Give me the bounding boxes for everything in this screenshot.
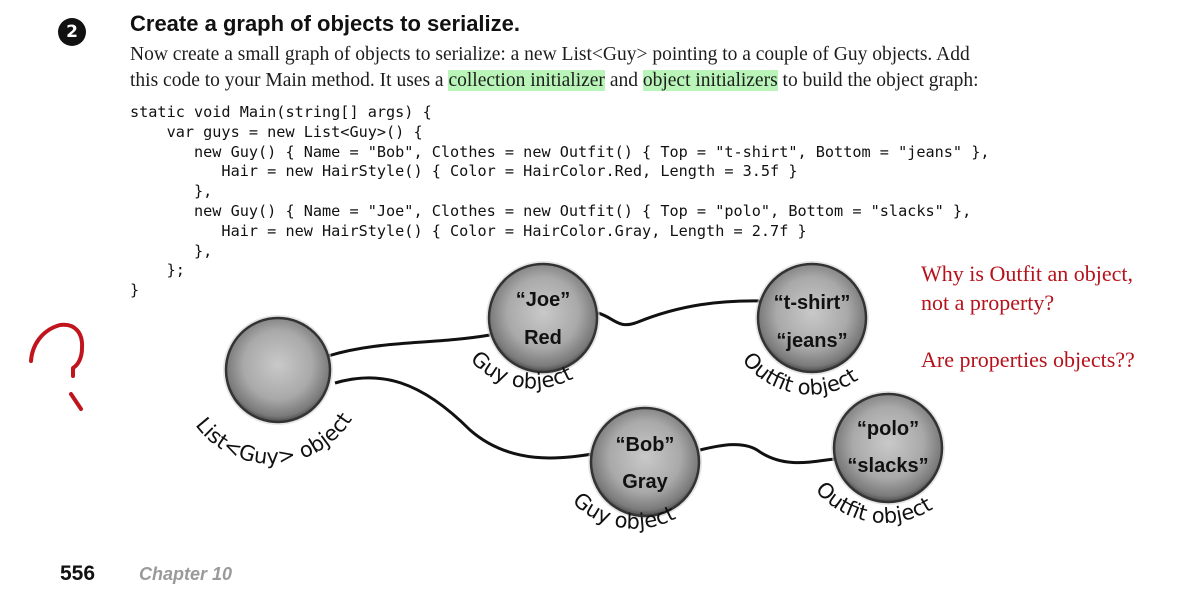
node-line: Red bbox=[524, 327, 562, 349]
node-line: “jeans” bbox=[776, 330, 847, 352]
connector-joe-to-tshirt bbox=[597, 299, 765, 327]
annotation-note-2: Are properties objects?? bbox=[921, 347, 1135, 372]
node-line: “polo” bbox=[857, 418, 919, 440]
connector-list-to-joe bbox=[327, 333, 491, 358]
annotation-note-1-line-1: Why is Outfit an object, bbox=[921, 261, 1134, 286]
node-line: “t-shirt” bbox=[774, 292, 851, 314]
node-line: “slacks” bbox=[847, 455, 928, 477]
annotation-note-1-line-2: not a property? bbox=[921, 290, 1055, 315]
page-number: 556 bbox=[60, 562, 96, 585]
guy-joe-node: “Joe” Red bbox=[486, 261, 600, 375]
outfit-tshirt-node: “t-shirt” “jeans” bbox=[755, 261, 869, 375]
guy-bob-node: “Bob” Gray bbox=[588, 405, 702, 519]
connector-bob-to-polo bbox=[699, 443, 835, 465]
list-guy-node bbox=[223, 315, 333, 425]
node-line: Gray bbox=[622, 471, 668, 493]
outfit-polo-node: “polo” “slacks” bbox=[831, 391, 945, 505]
handwritten-question-mark-icon bbox=[29, 322, 85, 411]
node-line: “Joe” bbox=[516, 289, 570, 311]
chapter-label: Chapter 10 bbox=[139, 564, 233, 584]
node-line: “Bob” bbox=[616, 434, 675, 456]
